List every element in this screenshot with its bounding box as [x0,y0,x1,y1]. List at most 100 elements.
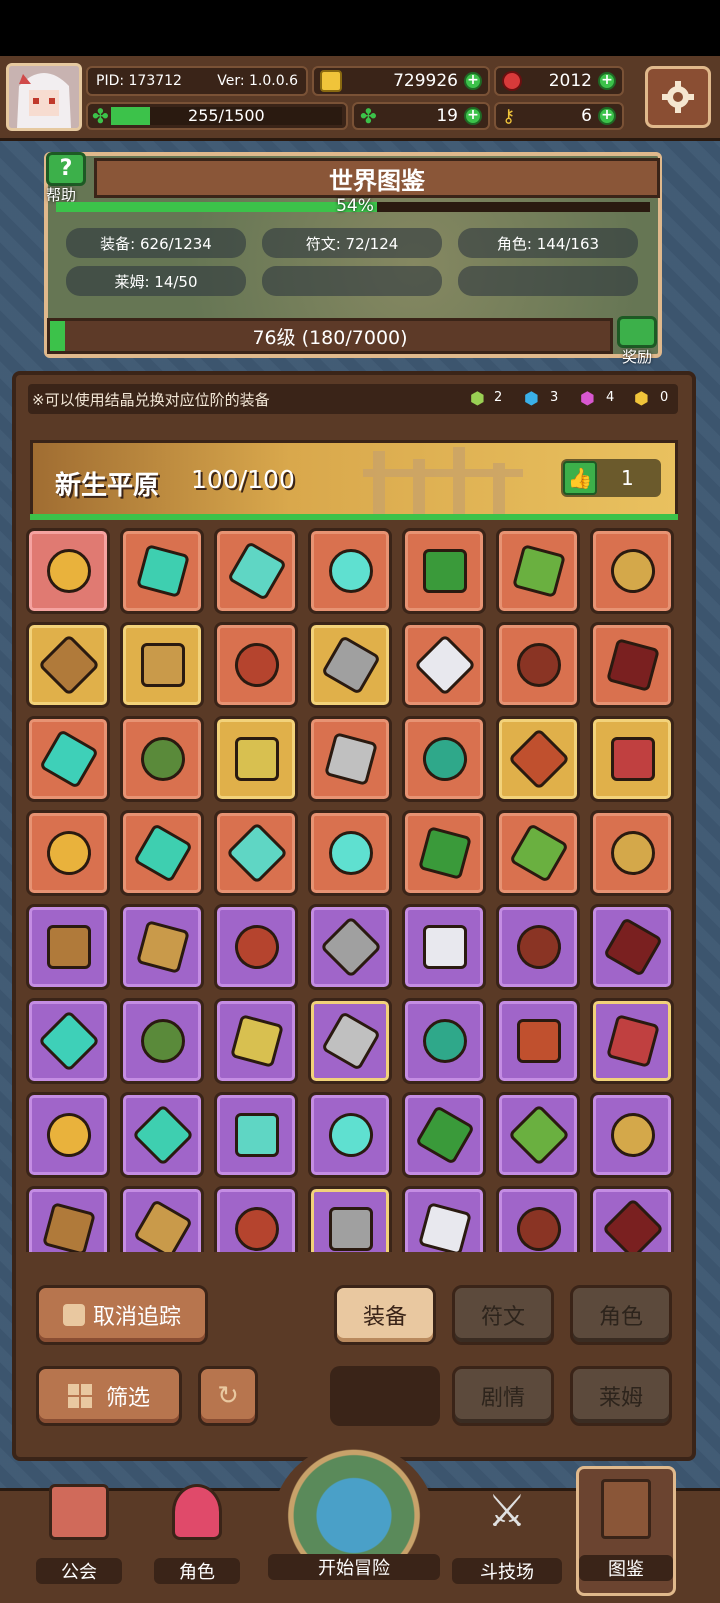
stat-equipment: 装备: 626/1234 [66,228,246,258]
equipment-slot[interactable] [402,998,486,1084]
equipment-slot[interactable] [120,1186,204,1252]
equipment-slot[interactable] [214,904,298,990]
nav-start-adventure[interactable]: 开始冒险 [268,1444,440,1600]
equipment-slot[interactable] [402,810,486,896]
region-banner[interactable]: 新生平原 100/100 👍 1 [30,440,678,518]
add-clover-button[interactable]: + [464,107,482,125]
crystal-purple-icon: ⬢ [580,389,595,409]
equipment-slot[interactable] [496,528,580,614]
equipment-slot[interactable] [402,622,486,708]
equipment-slot[interactable] [496,904,580,990]
player-avatar[interactable] [6,63,82,131]
equipment-slot[interactable] [26,810,110,896]
equipment-slot[interactable] [120,904,204,990]
equipment-slot[interactable] [308,716,392,802]
equipment-slot[interactable] [590,904,674,990]
equipment-item-icon [132,822,194,884]
equipment-slot[interactable] [308,810,392,896]
equipment-slot[interactable] [496,1186,580,1252]
equipment-slot[interactable] [120,622,204,708]
equipment-slot[interactable] [308,622,392,708]
equipment-slot[interactable] [402,528,486,614]
nav-adventure-label: 开始冒险 [268,1554,440,1580]
equipment-slot[interactable] [308,528,392,614]
equipment-slot[interactable] [496,998,580,1084]
equipment-item-icon [141,643,185,687]
nav-arena[interactable]: ⚔ 斗技场 [452,1472,562,1596]
gem-counter: 2012 + [494,66,624,96]
nav-codex-label: 图鉴 [579,1555,673,1581]
avatar-portrait-icon [9,66,79,128]
crystal-blue-count: 3 [550,390,559,405]
tab-role[interactable]: 角色 [570,1285,672,1345]
equipment-slot[interactable] [308,1186,392,1252]
add-gem-button[interactable]: + [598,72,616,90]
nav-arena-label: 斗技场 [452,1558,562,1584]
equipment-item-icon [225,1197,289,1252]
equipment-slot[interactable] [120,810,204,896]
equipment-slot[interactable] [26,528,110,614]
tab-story[interactable]: 剧情 [452,1366,554,1426]
equipment-item-icon [47,925,91,969]
equipment-slot[interactable] [214,1092,298,1178]
equipment-slot[interactable] [308,904,392,990]
equipment-slot[interactable] [120,1092,204,1178]
version-text: Ver: 1.0.0.6 [217,73,298,89]
equipment-slot[interactable] [590,716,674,802]
equipment-slot[interactable] [402,904,486,990]
equipment-slot[interactable] [308,998,392,1084]
equipment-slot[interactable] [590,1186,674,1252]
settings-button[interactable] [645,66,711,128]
equipment-item-icon [131,1103,195,1167]
equipment-slot[interactable] [402,1092,486,1178]
equipment-slot[interactable] [590,998,674,1084]
equipment-slot[interactable] [26,622,110,708]
equipment-slot[interactable] [590,622,674,708]
tab-rune[interactable]: 符文 [452,1285,554,1345]
region-like-counter[interactable]: 👍 1 [561,459,661,497]
equipment-slot[interactable] [26,1186,110,1252]
equipment-slot[interactable] [590,528,674,614]
reward-button[interactable]: 奖励 [612,316,662,366]
player-id: PID: 173712 [96,73,182,89]
untrack-button[interactable]: 取消追踪 [36,1285,208,1345]
equipment-slot[interactable] [120,998,204,1084]
nav-codex[interactable]: 图鉴 [576,1466,676,1596]
tab-lime-label: 莱姆 [598,1386,643,1411]
tab-equipment[interactable]: 装备 [334,1285,436,1345]
equipment-slot[interactable] [402,716,486,802]
filter-button[interactable]: 筛选 [36,1366,182,1426]
equipment-slot[interactable] [496,716,580,802]
equipment-slot[interactable] [120,528,204,614]
nav-guild[interactable]: 公会 [36,1472,122,1596]
notice-text: ※可以使用结晶兑换对应位阶的装备 [32,391,270,409]
equipment-slot[interactable] [496,810,580,896]
refresh-button[interactable]: ↻ [198,1366,258,1426]
equipment-slot[interactable] [214,1186,298,1252]
equipment-slot[interactable] [26,998,110,1084]
equipment-slot[interactable] [590,1092,674,1178]
equipment-slot[interactable] [214,528,298,614]
equipment-item-icon [517,643,561,687]
tab-lime[interactable]: 莱姆 [570,1366,672,1426]
help-button[interactable]: ? 帮助 [46,152,94,204]
equipment-slot[interactable] [496,622,580,708]
empty-slot [330,1366,440,1426]
equipment-slot[interactable] [214,716,298,802]
crystal-gold-icon: ⬢ [634,389,649,409]
equipment-slot[interactable] [120,716,204,802]
add-gold-button[interactable]: + [464,72,482,90]
equipment-slot[interactable] [214,622,298,708]
equipment-slot[interactable] [402,1186,486,1252]
equipment-slot[interactable] [214,998,298,1084]
equipment-item-icon [413,1009,477,1073]
equipment-slot[interactable] [496,1092,580,1178]
equipment-slot[interactable] [214,810,298,896]
equipment-slot[interactable] [26,1092,110,1178]
equipment-slot[interactable] [26,904,110,990]
add-key-button[interactable]: + [598,107,616,125]
equipment-slot[interactable] [308,1092,392,1178]
equipment-slot[interactable] [590,810,674,896]
nav-role[interactable]: 角色 [154,1472,240,1596]
equipment-slot[interactable] [26,716,110,802]
